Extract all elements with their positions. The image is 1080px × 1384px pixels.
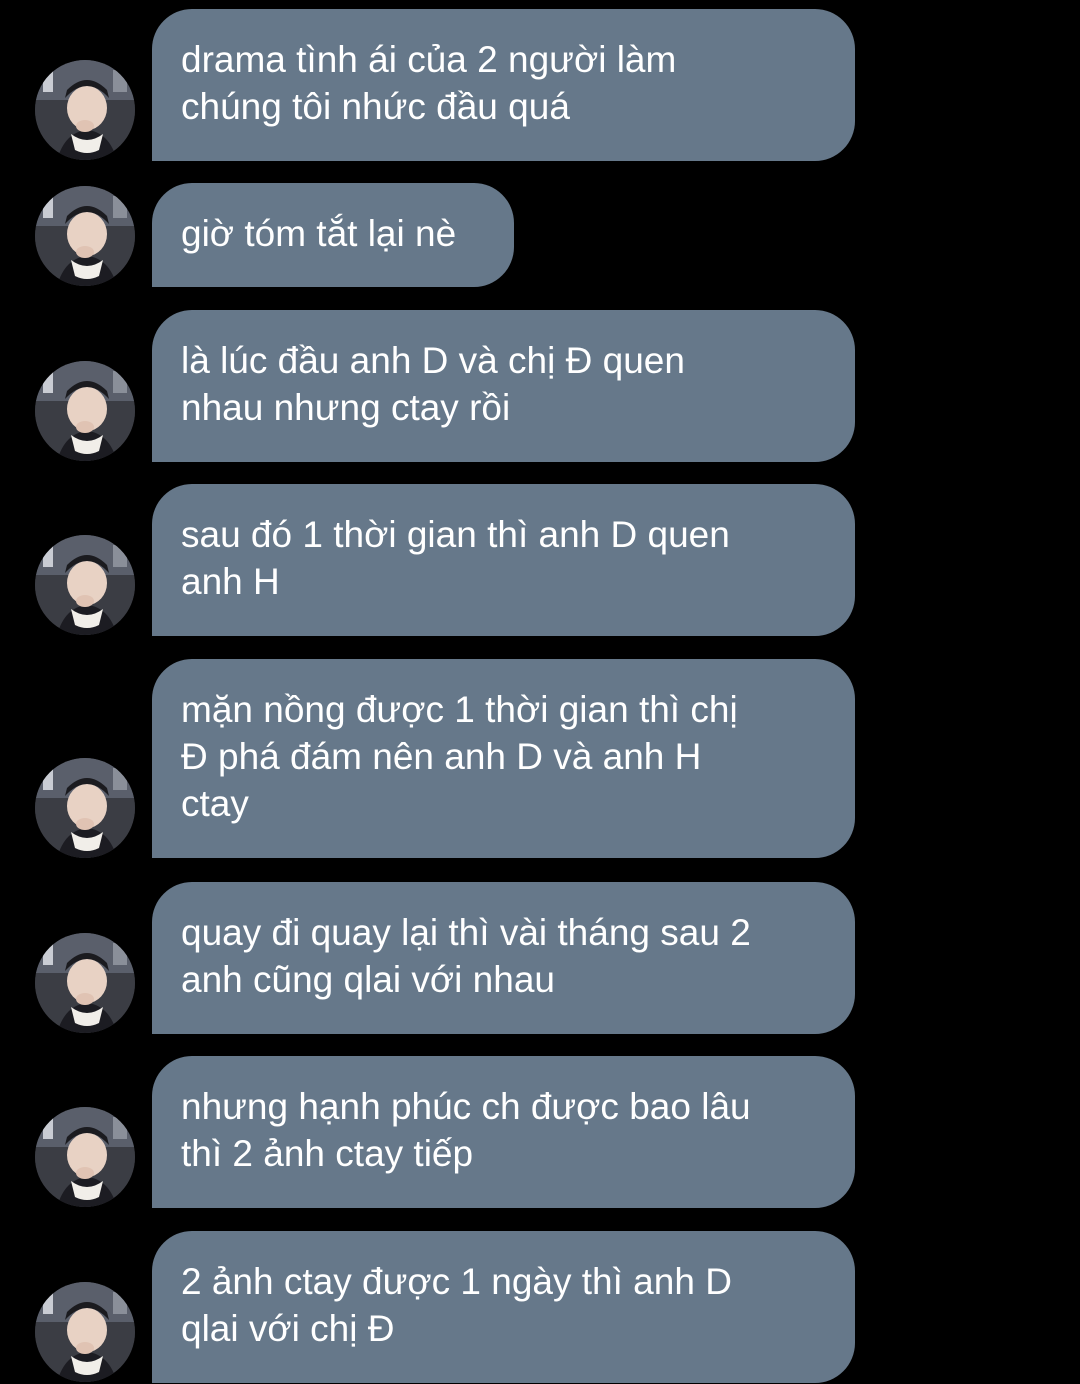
avatar-photo bbox=[35, 1282, 135, 1382]
avatar[interactable] bbox=[35, 535, 135, 635]
message-bubble[interactable]: giờ tóm tắt lại nè bbox=[152, 183, 514, 287]
message-bubble[interactable]: là lúc đầu anh D và chị Đ quen nhau nhưn… bbox=[152, 310, 855, 462]
message-bubble[interactable]: mặn nồng được 1 thời gian thì chị Đ phá … bbox=[152, 659, 855, 858]
avatar-photo bbox=[35, 361, 135, 461]
avatar-photo bbox=[35, 535, 135, 635]
message-bubble[interactable]: nhưng hạnh phúc ch được bao lâu thì 2 ản… bbox=[152, 1056, 855, 1208]
chat-thread: drama tình ái của 2 người làm chúng tôi … bbox=[0, 0, 1080, 1384]
avatar-photo bbox=[35, 758, 135, 858]
avatar-photo bbox=[35, 1107, 135, 1207]
message-bubble[interactable]: sau đó 1 thời gian thì anh D quen anh H bbox=[152, 484, 855, 636]
message-bubble[interactable]: drama tình ái của 2 người làm chúng tôi … bbox=[152, 9, 855, 161]
avatar-photo bbox=[35, 933, 135, 1033]
message-bubble[interactable]: quay đi quay lại thì vài tháng sau 2 anh… bbox=[152, 882, 855, 1034]
avatar[interactable] bbox=[35, 60, 135, 160]
avatar[interactable] bbox=[35, 1282, 135, 1382]
avatar-photo bbox=[35, 186, 135, 286]
avatar[interactable] bbox=[35, 361, 135, 461]
message-bubble[interactable]: 2 ảnh ctay được 1 ngày thì anh D qlai vớ… bbox=[152, 1231, 855, 1383]
avatar[interactable] bbox=[35, 1107, 135, 1207]
avatar[interactable] bbox=[35, 758, 135, 858]
avatar[interactable] bbox=[35, 186, 135, 286]
avatar-photo bbox=[35, 60, 135, 160]
avatar[interactable] bbox=[35, 933, 135, 1033]
